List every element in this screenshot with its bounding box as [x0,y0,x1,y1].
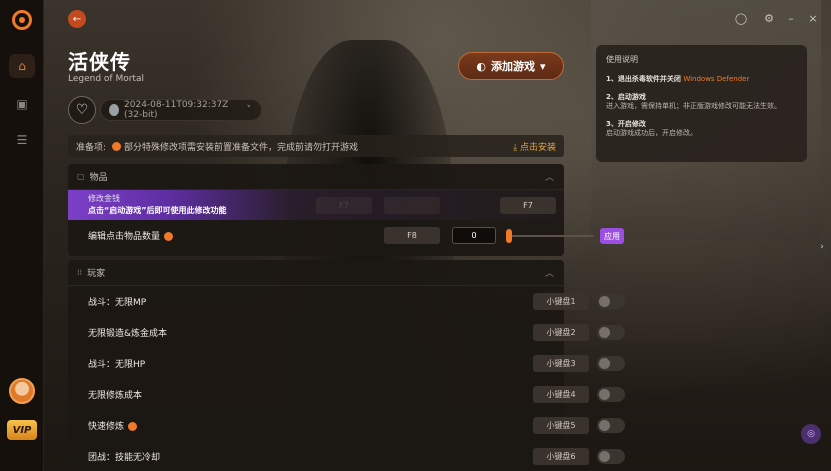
install-label: 点击安装 [519,142,556,153]
settings-icon[interactable]: ⚙ [761,12,777,25]
list-item: 快速修炼 小键盘5 [68,410,625,441]
version-selector[interactable]: 2024-08-11T09:32:37Z (32-bit) ˅ [100,99,262,121]
list-item: 无限锻造&炼金成本 小键盘2 [68,317,625,348]
player-section-title: 玩家 [87,269,106,279]
instruction-step-3: 3、开启修改 启动游戏成功后，开启修改。 [606,119,797,138]
instruction-step-2: 2、启动游戏 进入游戏，需保持单机；非正版游戏修改可能无法生效。 [606,92,797,111]
cheat-label: 无限修炼成本 [88,391,143,401]
money-row: 修改金钱 点击“启动游戏”后即可使用此修改功能 F7 F7 [68,190,564,220]
apply-button[interactable]: 应用 [600,228,624,244]
player-rows: 战斗：无限MP 小键盘1 无限锻造&炼金成本 小键盘2 战斗：无限HP 小键盘3 无限修炼成… [68,286,625,471]
gamepad-icon[interactable]: ▣ [9,92,35,116]
cheat-label: 战斗：无限HP [88,360,146,370]
cheat-toggle[interactable] [597,418,625,433]
hotkey-button[interactable]: 小键盘6 [533,448,589,465]
library-icon[interactable]: ☰ [9,128,35,152]
quantity-label: 编辑点击物品数量 [88,229,174,242]
money-hotkey[interactable]: F7 [500,197,556,214]
step3-body: 启动游戏成功后，开启修改。 [606,129,697,138]
box-icon: ▢ [77,172,85,181]
download-icon: ⤓ [513,142,518,153]
prep-label: 准备项: [76,142,107,153]
player-section-header[interactable]: ⁞⁞ 玩家 ︿ [68,260,564,286]
cheat-label: 战斗：无限MP [88,298,147,308]
expand-panel-icon[interactable]: › [815,238,829,256]
heart-icon: ♡ [75,102,89,118]
steam-icon [109,104,120,116]
prep-bar: 准备项: 部分特殊修改项需安装前置准备文件，完成前请勿打开游戏 ⤓ 点击安装 [68,135,564,157]
favorite-button[interactable]: ♡ [68,96,96,124]
money-key-dim: F7 [316,197,372,214]
instructions-panel: 使用说明 1、退出杀毒软件并关闭 Windows Defender 2、启动游戏… [596,45,807,162]
player-section: ⁞⁞ 玩家 ︿ 战斗：无限MP 小键盘1 无限锻造&炼金成本 小键盘2 战斗：无限HP 小… [68,260,625,471]
player-icon: ⁞⁞ [77,268,83,277]
items-section-header[interactable]: ▢ 物品 ︿ [68,164,564,190]
info-dot-icon [128,422,138,431]
cheat-label: 团战：技能无冷却 [88,453,161,463]
game-subtitle: Legend of Mortal [68,74,144,84]
minimize-icon[interactable]: – [783,12,799,25]
money-key-dim-2 [384,197,440,214]
list-item: 团战：技能无冷却 小键盘6 [68,441,625,471]
add-game-icon: ◐ [476,59,487,73]
install-link[interactable]: ⤓ 点击安装 [513,140,556,153]
hotkey-button[interactable]: 小键盘4 [533,386,589,403]
avatar[interactable] [9,378,35,404]
cheat-toggle[interactable] [597,356,625,371]
record-icon[interactable]: ◯ [733,12,749,25]
quantity-row: 编辑点击物品数量 F8 0 应用 [68,220,624,251]
quantity-slider-track[interactable] [508,235,594,237]
chevron-down-icon: ˅ [246,105,252,115]
quantity-slider-thumb[interactable] [506,229,512,243]
collapse-icon[interactable]: ︿ [545,266,554,279]
step1-highlight: Windows Defender [683,75,750,83]
add-game-button[interactable]: ◐ 添加游戏 ▾ [458,52,564,80]
hotkey-button[interactable]: 小键盘2 [533,324,589,341]
cheat-toggle[interactable] [597,387,625,402]
step3-title: 3、开启修改 [606,120,646,129]
items-section-title: 物品 [89,173,108,183]
info-dot-icon [164,232,174,241]
instruction-step-1: 1、退出杀毒软件并关闭 Windows Defender [606,74,797,84]
list-item: 战斗：无限MP 小键盘1 [68,286,625,317]
game-title: 活侠传 [68,50,131,74]
version-text: 2024-08-11T09:32:37Z (32-bit) [124,100,229,120]
cheat-toggle[interactable] [597,325,625,340]
instructions-title: 使用说明 [606,55,638,64]
caret-down-icon: ▾ [540,59,546,73]
cheat-toggle[interactable] [597,449,625,464]
cheat-label: 快速修炼 [88,419,138,432]
back-button[interactable]: ← [68,10,86,28]
quantity-hotkey[interactable]: F8 [384,227,440,244]
add-game-label: 添加游戏 [491,60,536,73]
items-section: ▢ 物品 ︿ 修改金钱 点击“启动游戏”后即可使用此修改功能 F7 F7 编辑点… [68,164,624,256]
step2-body: 进入游戏，需保持单机；非正版游戏修改可能无法生效。 [606,102,781,110]
hotkey-button[interactable]: 小键盘1 [533,293,589,310]
cheat-label: 无限锻造&炼金成本 [88,329,168,339]
hotkey-button[interactable]: 小键盘5 [533,417,589,434]
quantity-input[interactable]: 0 [452,227,496,244]
prep-text: 部分特殊修改项需安装前置准备文件，完成前请勿打开游戏 [124,142,359,153]
left-sidebar: ⌂ ▣ ☰ VIP [0,0,44,471]
home-icon[interactable]: ⌂ [9,54,35,78]
headset-icon[interactable]: ◎ [801,424,821,444]
step1-title: 1、退出杀毒软件并关闭 [606,75,681,83]
app-logo-icon[interactable] [12,10,32,30]
hotkey-button[interactable]: 小键盘3 [533,355,589,372]
close-icon[interactable]: × [805,12,821,25]
vip-badge[interactable]: VIP [7,420,37,440]
list-item: 战斗：无限HP 小键盘3 [68,348,625,379]
list-item: 无限修炼成本 小键盘4 [68,379,625,410]
step2-title: 2、启动游戏 [606,93,646,101]
notice-icon [112,141,122,151]
collapse-icon[interactable]: ︿ [545,170,554,183]
cheat-toggle[interactable] [597,294,625,309]
